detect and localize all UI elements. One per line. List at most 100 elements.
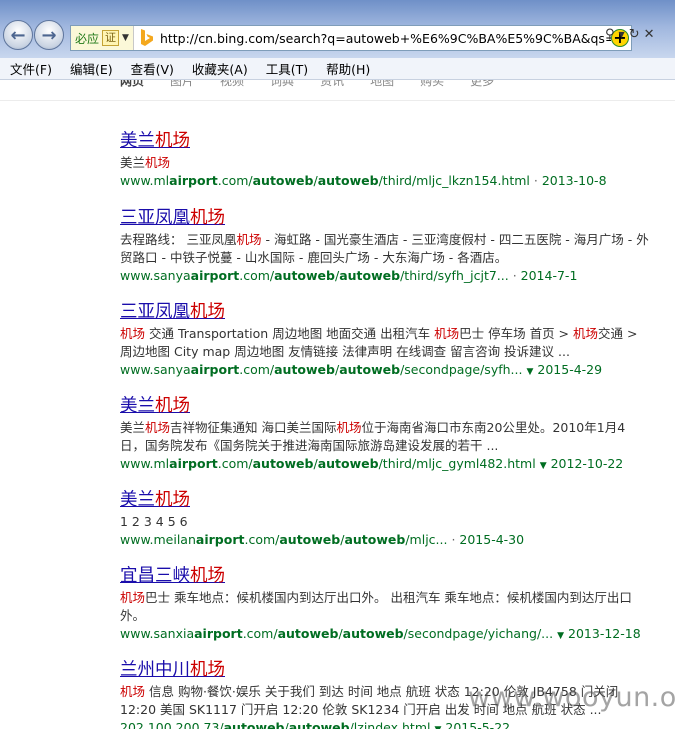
- menu-bar: 文件(F) 编辑(E) 查看(V) 收藏夹(A) 工具(T) 帮助(H): [0, 58, 675, 80]
- result-date: 2013-10-8: [541, 173, 607, 188]
- result-title-link[interactable]: 美兰机场: [120, 489, 650, 511]
- url-text: www.sanxia: [120, 626, 195, 641]
- result-snippet: 1 2 3 4 5 6: [120, 513, 650, 531]
- snippet-text: 1 2 3 4 5 6: [120, 514, 188, 529]
- snippet-highlight: 机场: [336, 420, 362, 435]
- snippet-highlight: 机场: [120, 684, 146, 699]
- scope-images[interactable]: 图片: [170, 80, 194, 89]
- result-url[interactable]: www.sanyaairport.com/autoweb/autoweb/thi…: [120, 267, 650, 285]
- url-text: www.ml: [120, 173, 170, 188]
- compat-label: 必应: [75, 31, 100, 46]
- url-highlight: autoweb: [223, 720, 285, 729]
- url-text: /mljc...: [405, 532, 448, 547]
- url-highlight: autoweb: [277, 626, 339, 641]
- snippet-text: 去程路线： 三亚凤凰: [120, 232, 237, 247]
- back-button[interactable]: ←: [3, 20, 33, 50]
- url-highlight: airport: [169, 173, 218, 188]
- result-title-highlight: 机场: [155, 490, 190, 510]
- result-title-highlight: 机场: [155, 396, 190, 416]
- menu-help[interactable]: 帮助(H): [316, 59, 378, 78]
- scope-more[interactable]: 更多: [470, 80, 494, 89]
- result-url[interactable]: www.sanyaairport.com/autoweb/autoweb/sec…: [120, 361, 650, 381]
- url-highlight: autoweb: [288, 720, 350, 729]
- cache-dropdown-icon[interactable]: ▼: [540, 461, 547, 471]
- scope-web[interactable]: 网页: [120, 80, 144, 89]
- result-title-link[interactable]: 兰州中川机场: [120, 659, 650, 681]
- url-text: /third/mljc_lkzn154.html: [378, 173, 530, 188]
- result-title-highlight: 机场: [190, 302, 225, 322]
- forward-button[interactable]: →: [34, 20, 64, 50]
- url-text: www.ml: [120, 456, 170, 471]
- result-date: 2014-7-1: [520, 268, 578, 283]
- url-text: .com/: [244, 532, 280, 547]
- snippet-text: 巴士 乘车地点：候机楼国内到达厅出口外。 出租汽车 乘车地点：候机楼国内到达厅出…: [120, 590, 632, 623]
- result-date: 2015-4-29: [537, 362, 603, 377]
- result-url[interactable]: 202.100.200.73/autoweb/autoweb/lzindex.h…: [120, 719, 650, 729]
- scope-videos[interactable]: 视频: [220, 80, 244, 89]
- scope-shopping[interactable]: 购买: [420, 80, 444, 89]
- cache-dropdown-icon[interactable]: ▼: [557, 631, 564, 641]
- cache-dropdown-icon[interactable]: ▼: [434, 725, 441, 729]
- result-title-link[interactable]: 三亚凤凰机场: [120, 207, 650, 229]
- watermark-text: www.wooyun.org: [468, 682, 675, 713]
- search-icon[interactable]: ⚲: [605, 27, 615, 42]
- separator: ·: [508, 268, 521, 283]
- menu-view[interactable]: 查看(V): [121, 59, 182, 78]
- address-bar[interactable]: 必应 证 ▼ http://cn.bing.com/search?q=autow…: [70, 25, 632, 51]
- snippet-text: 交通 Transportation 周边地图 地面交通 出租汽车: [145, 326, 435, 341]
- result-title-link[interactable]: 三亚凤凰机场: [120, 301, 650, 323]
- result-date: 2012-10-22: [550, 456, 624, 471]
- result-url[interactable]: www.sanxiaairport.com/autoweb/autoweb/se…: [120, 625, 650, 645]
- menu-edit[interactable]: 编辑(E): [60, 59, 121, 78]
- result-date: 2013-12-18: [568, 626, 641, 641]
- snippet-highlight: 机场: [434, 326, 460, 341]
- forward-arrow-icon: →: [41, 24, 57, 46]
- url-text: .com/: [242, 626, 278, 641]
- result-title-link[interactable]: 宜昌三峡机场: [120, 565, 650, 587]
- snippet-highlight: 机场: [145, 420, 171, 435]
- result-url[interactable]: www.mlairport.com/autoweb/autoweb/third/…: [120, 172, 650, 190]
- result-title-text: 美兰: [120, 131, 155, 151]
- snippet-highlight: 机场: [145, 155, 171, 170]
- menu-favorites[interactable]: 收藏夹(A): [182, 59, 256, 78]
- url-text: .com/: [239, 268, 275, 283]
- menu-tools[interactable]: 工具(T): [256, 59, 316, 78]
- chevron-down-icon[interactable]: ▼: [122, 33, 129, 43]
- scope-maps[interactable]: 地图: [370, 80, 394, 89]
- scope-dictionary[interactable]: 词典: [270, 80, 294, 89]
- url-highlight: autoweb: [339, 362, 401, 377]
- cache-dropdown-icon[interactable]: ▼: [526, 367, 533, 377]
- scope-news[interactable]: 资讯: [320, 80, 344, 89]
- browser-chrome: ← → 必应 证 ▼ http://cn.bing.com/search?q=a…: [0, 0, 675, 58]
- url-text: /secondpage/syfh...: [400, 362, 523, 377]
- menu-file[interactable]: 文件(F): [0, 59, 60, 78]
- url-highlight: airport: [169, 456, 218, 471]
- search-result: 三亚凤凰机场 机场 交通 Transportation 周边地图 地面交通 出租汽…: [120, 301, 650, 381]
- snippet-text: 巴士 停车场 首页 >: [459, 326, 574, 341]
- result-url[interactable]: www.meilanairport.com/autoweb/autoweb/ml…: [120, 531, 650, 549]
- result-title-highlight: 机场: [190, 208, 225, 228]
- search-result: 美兰机场 美兰机场 www.mlairport.com/autoweb/autowe…: [120, 130, 650, 190]
- url-text: 202.100.200.73/: [120, 720, 224, 729]
- url-text[interactable]: http://cn.bing.com/search?q=autoweb+%E6%…: [160, 31, 611, 46]
- compat-dropdown[interactable]: 必应 证 ▼: [71, 26, 134, 50]
- url-highlight: airport: [190, 268, 240, 283]
- search-result: 美兰机场 1 2 3 4 5 6 www.meilanairport.com/aut…: [120, 489, 650, 549]
- url-highlight: autoweb: [339, 268, 401, 283]
- result-title-link[interactable]: 美兰机场: [120, 130, 650, 152]
- dropdown-arrow-icon[interactable]: ▼: [619, 30, 625, 39]
- certificate-badge[interactable]: 证: [102, 30, 120, 46]
- url-highlight: autoweb: [317, 456, 379, 471]
- result-title-link[interactable]: 美兰机场: [120, 395, 650, 417]
- url-text: /secondpage/yichang/...: [403, 626, 554, 641]
- close-icon[interactable]: ✕: [644, 27, 655, 42]
- result-snippet: 机场巴士 乘车地点：候机楼国内到达厅出口外。 出租汽车 乘车地点：候机楼国内到达…: [120, 589, 650, 625]
- url-highlight: airport: [190, 362, 240, 377]
- url-text: .com/: [217, 456, 253, 471]
- search-result: 三亚凤凰机场 去程路线： 三亚凤凰机场 - 海虹路 - 国光豪生酒店 - 三亚湾度…: [120, 207, 650, 285]
- refresh-icon[interactable]: ↻: [629, 27, 640, 42]
- snippet-highlight: 机场: [236, 232, 262, 247]
- url-text: /lzindex.html: [349, 720, 431, 729]
- result-url[interactable]: www.mlairport.com/autoweb/autoweb/third/…: [120, 455, 650, 475]
- url-highlight: autoweb: [252, 173, 314, 188]
